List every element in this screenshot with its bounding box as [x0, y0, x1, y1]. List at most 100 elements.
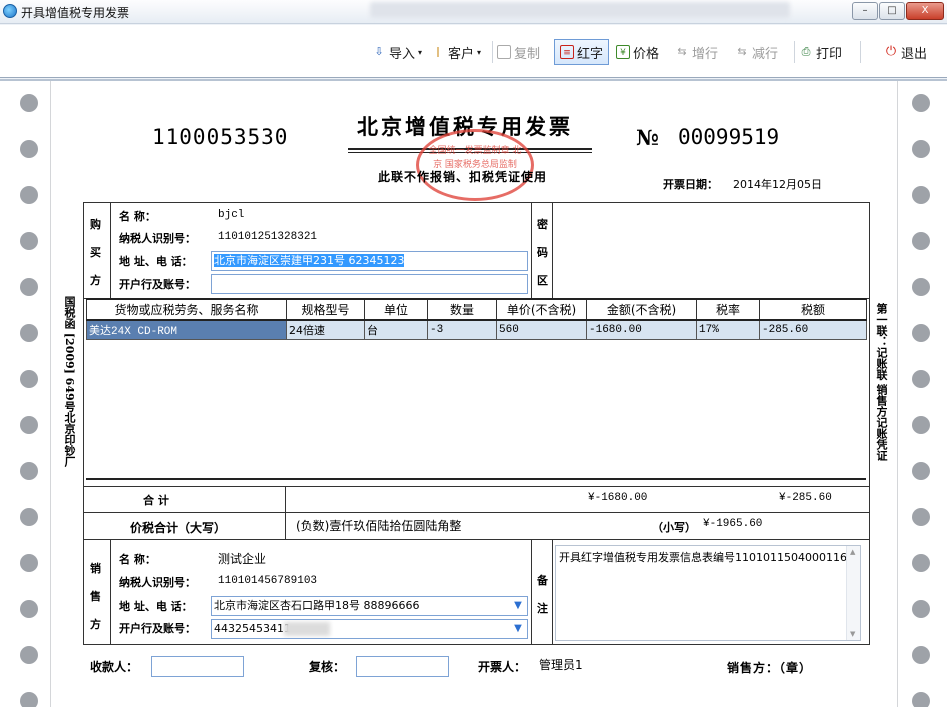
column-header: 税率	[696, 298, 760, 321]
drawer-label: 开票人：	[478, 660, 527, 674]
scroll-down-icon[interactable]: ▼	[850, 630, 855, 638]
punch-hole	[912, 554, 930, 572]
item-amount-cell[interactable]: -1680.00	[586, 319, 697, 340]
divider	[84, 486, 869, 487]
exit-label: 退出	[901, 46, 928, 62]
customer-button[interactable]: ǀ 客户 ▾	[431, 40, 481, 64]
reviewer-field[interactable]	[356, 656, 449, 677]
remarks-scrollbar[interactable]: ▲ ▼	[846, 546, 860, 640]
red-invoice-button[interactable]: ≡ 红字	[554, 39, 610, 65]
tractor-margin-line	[897, 81, 898, 707]
punch-hole	[912, 600, 930, 618]
item-name-cell[interactable]: 美达24X CD-ROM	[86, 319, 287, 340]
table-row[interactable]: 美达24X CD-ROM 24倍速 台 -3 560 -1680.00 17% …	[86, 319, 867, 340]
punch-hole	[912, 186, 930, 204]
invoice-number: 00099519	[678, 125, 780, 149]
punch-hole	[20, 278, 38, 296]
punch-hole	[912, 646, 930, 664]
seller-bank-dropdown[interactable]: 44325453411 ▼	[211, 619, 528, 639]
divider	[552, 203, 553, 298]
price-icon: ¥	[616, 45, 630, 59]
delete-row-button[interactable]: ⇆ 减行	[735, 40, 778, 64]
seller-name-label: 名 称：	[119, 553, 156, 566]
seller-bank-label: 开户行及账号：	[119, 622, 196, 635]
total-label: 合 计	[143, 494, 169, 507]
punch-hole	[912, 370, 930, 388]
divider	[531, 539, 532, 645]
total-tax: ¥-285.60	[779, 492, 832, 504]
remarks-text: 开具红字增值税专用发票信息表编号1101011504000116	[559, 551, 847, 564]
chevron-down-icon[interactable]: ▼	[511, 599, 525, 613]
customer-icon: ǀ	[436, 45, 440, 58]
column-header: 数量	[427, 298, 497, 321]
divider	[84, 512, 869, 513]
buyer-tax-id-label: 纳税人识别号：	[119, 232, 196, 245]
invoice-date: 2014年12月05日	[733, 178, 822, 191]
punch-hole	[912, 278, 930, 296]
minimize-button[interactable]: –	[852, 2, 878, 20]
seller-address-dropdown[interactable]: 北京市海淀区杏石口路甲18号 88896666 ▼	[211, 596, 528, 616]
exit-button[interactable]: ⏻ 退出	[884, 40, 927, 64]
buyer-side-label: 购 买 方	[90, 218, 101, 287]
remarks-textarea[interactable]: 开具红字增值税专用发票信息表编号1101011504000116 ▲ ▼	[555, 545, 861, 641]
item-price-cell[interactable]: 560	[496, 319, 587, 340]
punch-hole	[912, 508, 930, 526]
buyer-bank-label: 开户行及账号：	[119, 278, 196, 291]
small-amount-label: （小写）	[652, 521, 696, 534]
punch-hole	[912, 94, 930, 112]
red-invoice-icon: ≡	[560, 45, 574, 59]
seller-bank-value: 44325453411	[214, 622, 291, 635]
dropdown-arrow-icon: ▾	[477, 47, 482, 57]
total-amount: ¥-1680.00	[588, 492, 648, 504]
item-tax-cell[interactable]: -285.60	[759, 319, 867, 340]
item-tax-rate-cell[interactable]: 17%	[696, 319, 760, 340]
buyer-tax-id[interactable]: 110101251328321	[218, 231, 317, 243]
table-header-row: 货物或应税劳务、服务名称 规格型号 单位 数量 单价(不含税) 金额(不含税) …	[86, 298, 867, 321]
punch-hole	[20, 94, 38, 112]
punch-hole	[912, 692, 930, 707]
toolbar: ⇩ 导入 ▾ ǀ 客户 ▾ 复制 ≡ 红字 ¥ 价格 ⇆ 增行 ⇆ 减行 ⎙ 打印 ⏻ 退出	[0, 25, 947, 78]
copy-button[interactable]: 复制	[497, 40, 540, 64]
punch-hole	[20, 462, 38, 480]
punch-hole	[20, 600, 38, 618]
punch-hole	[20, 186, 38, 204]
dropdown-arrow-icon: ▾	[418, 47, 423, 57]
close-button[interactable]: X	[906, 2, 944, 20]
seller-name[interactable]: 测试企业	[218, 550, 266, 567]
chevron-down-icon[interactable]: ▼	[511, 622, 525, 636]
price-button[interactable]: ¥ 价格	[616, 40, 659, 64]
grand-total-label: 价税合计（大写）	[130, 521, 227, 535]
toolbar-separator	[860, 41, 861, 63]
grand-total-figure: ¥-1965.60	[703, 518, 763, 530]
seller-side-label: 销 售 方	[90, 562, 101, 631]
import-label: 导入	[389, 46, 416, 62]
import-button[interactable]: ⇩ 导入 ▾	[372, 40, 422, 64]
punch-hole	[20, 416, 38, 434]
buyer-address-value: 北京市海淀区崇建甲231号 62345123	[214, 254, 405, 267]
add-row-button[interactable]: ⇆ 增行	[675, 40, 718, 64]
drawer-name: 管理员1	[539, 658, 583, 672]
scroll-up-icon[interactable]: ▲	[850, 548, 855, 556]
payee-field[interactable]	[151, 656, 244, 677]
column-header: 规格型号	[286, 298, 365, 321]
item-spec-cell[interactable]: 24倍速	[286, 319, 365, 340]
seller-address-value: 北京市海淀区杏石口路甲18号 88896666	[214, 599, 420, 612]
buyer-address-field[interactable]: 北京市海淀区崇建甲231号 62345123	[211, 251, 528, 271]
window-title: 开具增值税专用发票	[21, 6, 130, 20]
punch-hole	[20, 554, 38, 572]
item-unit-cell[interactable]: 台	[364, 319, 428, 340]
buyer-name[interactable]: bjcl	[218, 209, 244, 221]
item-quantity-cell[interactable]: -3	[427, 319, 497, 340]
seller-tax-id[interactable]: 110101456789103	[218, 575, 317, 587]
maximize-button[interactable]: □	[879, 2, 905, 20]
grand-total-words: (负数)壹仟玖佰陆拾伍圆陆角整	[296, 519, 462, 533]
column-header: 货物或应税劳务、服务名称	[86, 298, 287, 321]
buyer-bank-field[interactable]	[211, 274, 528, 294]
invoice-paper: 1100053530 北京增值税专用发票 全国统一发票监制章 北 京 国家税务总…	[0, 79, 947, 707]
buyer-name-label: 名 称：	[119, 210, 156, 223]
print-button[interactable]: ⎙ 打印	[799, 40, 842, 64]
price-label: 价格	[633, 46, 660, 62]
redacted-account	[284, 622, 330, 636]
copy-icon	[497, 45, 511, 59]
column-header: 税额	[759, 298, 867, 321]
